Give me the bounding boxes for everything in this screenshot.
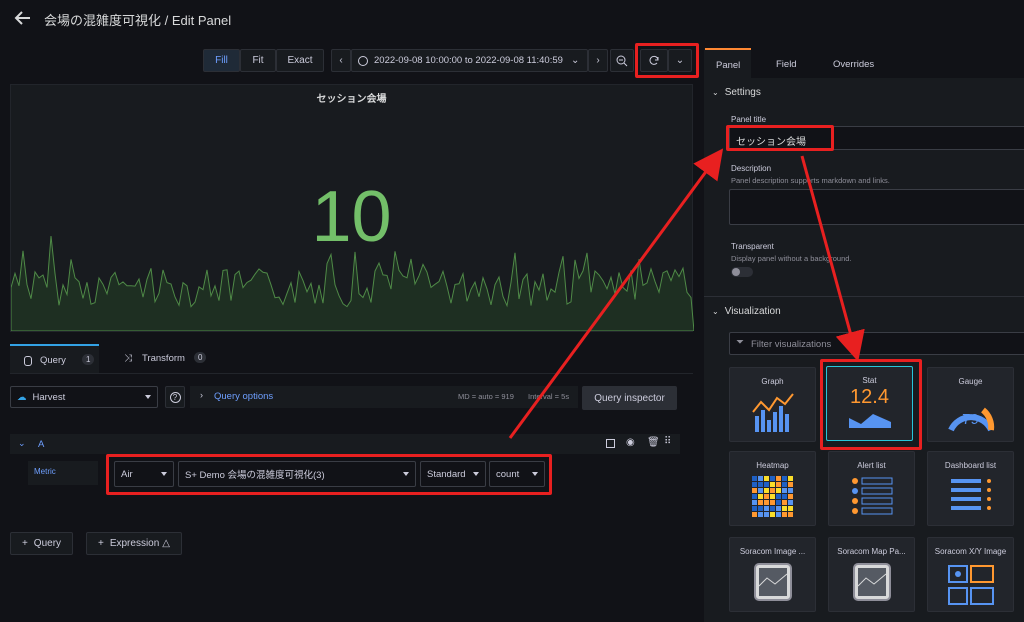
datasource-picker[interactable]: ☁ Harvest — [10, 386, 158, 408]
add-expression-button[interactable]: + Expression △ — [86, 532, 182, 555]
tab-panel[interactable]: Panel — [705, 48, 751, 78]
graph-icon — [751, 393, 794, 432]
drag-handle-icon[interactable]: ⠿ — [664, 436, 671, 447]
fit-button[interactable]: Fit — [240, 49, 276, 72]
soracom-image-icon — [753, 563, 792, 601]
transform-icon: ⤨ — [124, 353, 132, 364]
tab-overrides[interactable]: Overrides — [833, 59, 874, 70]
transparent-toggle[interactable] — [731, 267, 753, 277]
plus-icon: + — [21, 538, 28, 549]
plus-icon: + — [97, 538, 104, 549]
add-query-button[interactable]: + Query — [10, 532, 73, 555]
section-divider — [704, 296, 1024, 297]
filter-visualizations-input[interactable]: ⏷ Filter visualizations — [729, 332, 1024, 355]
help-button[interactable]: ? — [165, 386, 185, 408]
tab-transform[interactable]: ⤨ Transform 0 — [118, 344, 218, 374]
soracom-xy-image-icon — [947, 565, 994, 605]
zoom-out-button[interactable] — [610, 49, 634, 72]
back-arrow-icon[interactable] — [14, 10, 32, 26]
viz-card-graph[interactable]: Graph — [729, 367, 816, 442]
viz-card-gauge[interactable]: Gauge 79 — [927, 367, 1014, 442]
visualization-header[interactable]: ⌄ Visualization — [712, 306, 781, 317]
time-back-button[interactable]: ‹ — [331, 49, 351, 72]
viz-card-soracom-image[interactable]: Soracom Image ... — [729, 537, 816, 612]
viz-card-heatmap[interactable]: Heatmap — [729, 451, 816, 526]
viz-card-soracom-map-panel[interactable]: Soracom Map Pa... — [828, 537, 915, 612]
time-forward-button[interactable]: › — [588, 49, 608, 72]
heatmap-icon — [751, 476, 793, 517]
exact-button[interactable]: Exact — [276, 49, 324, 72]
chevron-down-icon: ⌄ — [712, 307, 719, 316]
time-picker[interactable]: 2022-09-08 10:00:00 to 2022-09-08 11:40:… — [351, 49, 588, 72]
query-tabs-divider — [10, 373, 693, 374]
cloud-icon: ☁ — [17, 391, 27, 403]
query-options-bar[interactable]: › Query options MD = auto = 919 Interval… — [190, 386, 578, 408]
query-inspector-button[interactable]: Query inspector — [582, 386, 677, 410]
soracom-map-icon — [852, 563, 891, 601]
transparent-label: Transparent — [731, 242, 774, 251]
zoom-out-icon — [616, 55, 628, 66]
alert-list-icon — [851, 477, 892, 515]
query-a-header[interactable]: ⌄ A ◉ 🗑 ⠿ — [10, 434, 680, 454]
viz-card-dashboard-list[interactable]: Dashboard list — [927, 451, 1014, 526]
metric-label: Metric — [28, 461, 98, 485]
warning-icon: △ — [162, 538, 170, 549]
question-icon: ? — [169, 391, 181, 403]
highlight-metric-row — [106, 454, 552, 495]
highlight-panel-title — [726, 125, 834, 151]
description-textarea[interactable] — [729, 189, 1024, 225]
transparent-hint: Display panel without a background. — [731, 254, 852, 263]
description-label: Description — [731, 164, 772, 173]
tab-field[interactable]: Field — [776, 59, 797, 70]
chevron-down-icon: ⌄ — [570, 55, 580, 66]
chevron-down-icon: ⌄ — [712, 88, 719, 97]
filter-icon: ⏷ — [736, 337, 744, 348]
clock-icon — [358, 55, 368, 66]
trash-icon[interactable]: 🗑 — [647, 437, 660, 448]
time-range-text: 2022-09-08 10:00:00 to 2022-09-08 11:40:… — [374, 55, 563, 66]
collapse-icon: ⌄ — [18, 438, 26, 448]
highlight-refresh — [635, 43, 699, 78]
highlight-stat-card — [820, 359, 922, 450]
stat-value: 10 — [311, 177, 392, 257]
page-title: 会場の混雑度可視化 / Edit Panel — [44, 13, 232, 28]
duplicate-icon[interactable] — [606, 439, 615, 448]
fill-button[interactable]: Fill — [203, 49, 240, 72]
eye-icon[interactable]: ◉ — [626, 437, 635, 448]
description-hint: Panel description supports markdown and … — [731, 176, 890, 185]
tab-query[interactable]: Query 1 — [10, 344, 99, 374]
preview-panel: セッション会場 10 — [10, 84, 694, 332]
database-icon — [24, 356, 32, 366]
panel-title-label: Panel title — [731, 115, 767, 124]
preview-panel-title: セッション会場 — [316, 94, 387, 105]
dashboard-list-icon — [950, 479, 991, 510]
settings-header[interactable]: ⌄ Settings — [712, 87, 761, 98]
chevron-right-icon: › — [200, 390, 203, 400]
viz-card-alert-list[interactable]: Alert list — [828, 451, 915, 526]
viz-card-soracom-xy-image[interactable]: Soracom X/Y Image — [927, 537, 1014, 612]
